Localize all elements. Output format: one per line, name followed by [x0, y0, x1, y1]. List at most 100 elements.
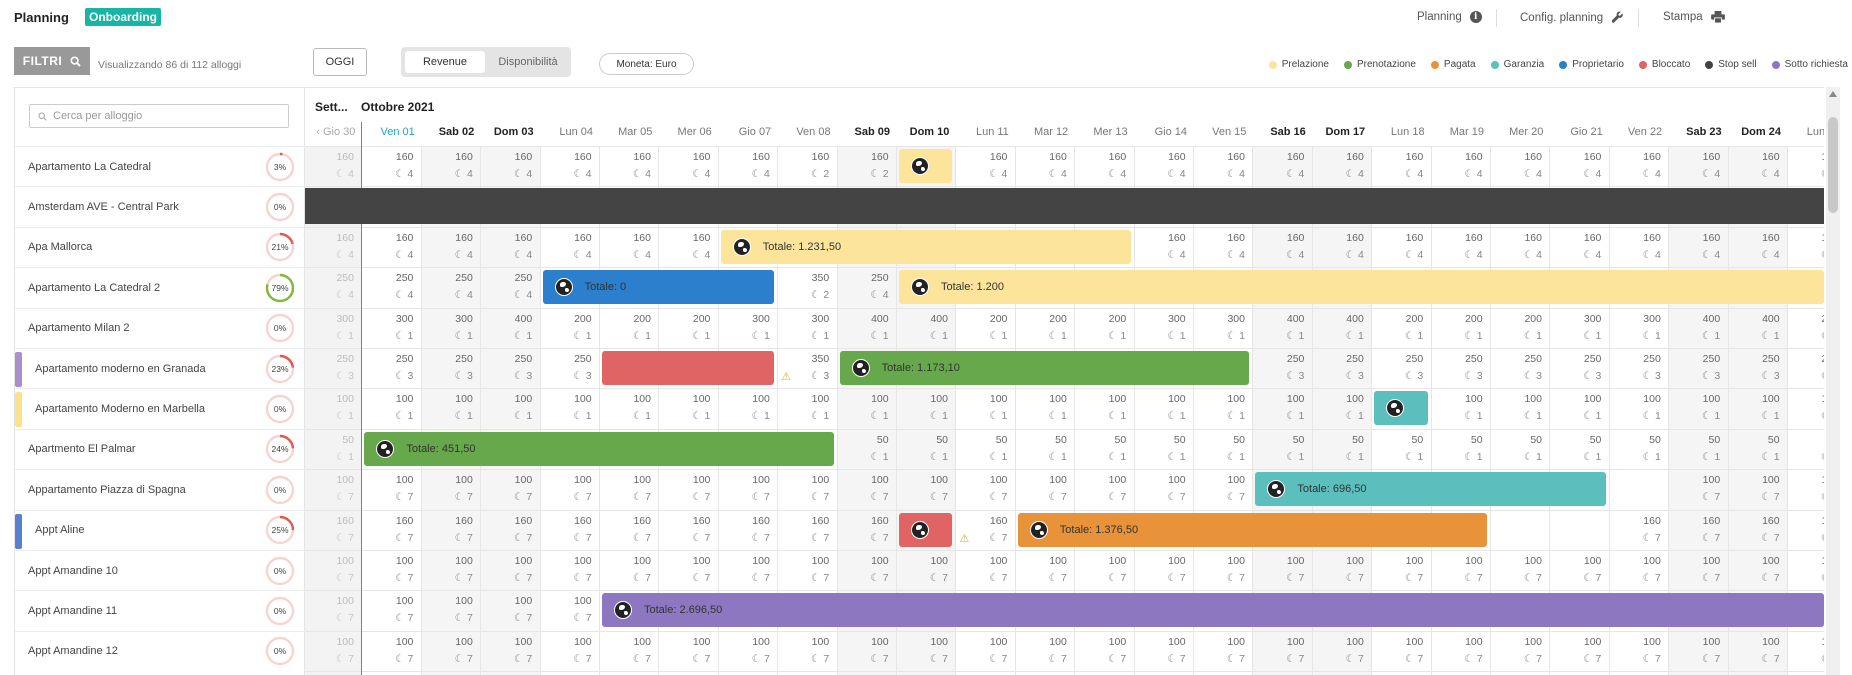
property-row[interactable]: Apartamento Milan 2 0%	[15, 307, 305, 348]
price-cell[interactable]: 100☾ 7	[777, 550, 835, 590]
price-cell[interactable]: 50 ☾ 1	[1193, 429, 1251, 469]
price-cell[interactable]: 250 ☾ 4	[361, 267, 419, 307]
price-cell[interactable]: 100☾ 7	[1252, 631, 1310, 671]
price-cell[interactable]: 50 ☾ 1	[305, 429, 360, 469]
price-cell[interactable]: 160 ☾ 7	[658, 510, 716, 550]
price-cell[interactable]: 160 ☾ 4	[718, 146, 776, 186]
day-header[interactable]: Mar 12	[1015, 126, 1068, 144]
price-cell[interactable]: 200☾ 1	[1371, 308, 1429, 348]
price-cell[interactable]: 50 ☾ 1	[896, 429, 954, 469]
price-cell[interactable]: 100☾ 7	[1609, 631, 1667, 671]
price-cell[interactable]: 300 ☾ 1	[777, 308, 835, 348]
price-cell[interactable]: 160 ☾ 4	[1431, 146, 1489, 186]
day-header[interactable]: Gio 21	[1549, 126, 1602, 144]
price-cell[interactable]: 100☾ 1	[361, 388, 419, 428]
booking-bar[interactable]: Totale: 1.376,50	[1017, 512, 1487, 547]
price-cell[interactable]: 250☾ 3	[361, 348, 419, 388]
price-cell[interactable]: 100☾ 1	[658, 388, 716, 428]
price-cell[interactable]: 100☾ 7	[1728, 550, 1786, 590]
price-cell[interactable]: 200☾ 1	[599, 308, 657, 348]
price-cell[interactable]: 100☾ 7	[421, 590, 479, 630]
price-cell[interactable]: 100☾ 7	[1609, 550, 1667, 590]
price-cell[interactable]: 160 ☾ 2	[837, 146, 895, 186]
price-cell[interactable]: 100☾ 1	[480, 388, 538, 428]
price-cell[interactable]: 400 ☾ 1	[837, 308, 895, 348]
day-header[interactable]: Sab 09	[837, 126, 890, 144]
price-cell[interactable]: 250☾ 3	[1668, 348, 1726, 388]
property-row[interactable]: Amsterdam AVE - Central Park 0%	[15, 186, 305, 226]
price-cell[interactable]: 160 ☾ 7	[599, 510, 657, 550]
price-cell[interactable]: 160 ☾ 2	[777, 146, 835, 186]
price-cell[interactable]: 100☾ 1	[1490, 388, 1548, 428]
price-cell[interactable]: 160 ☾ 4	[1252, 227, 1310, 267]
price-cell[interactable]: 100☾ 7	[1252, 550, 1310, 590]
price-cell[interactable]: 160 ☾ 4	[421, 146, 479, 186]
price-cell[interactable]: 100☾ 1	[718, 388, 776, 428]
price-cell[interactable]: 100☾ 7	[361, 550, 419, 590]
price-cell[interactable]: 50 ☾ 1	[955, 429, 1013, 469]
price-cell[interactable]: 160 ☾ 4	[1668, 227, 1726, 267]
price-cell[interactable]: 50 ☾ 1	[837, 429, 895, 469]
booking-bar[interactable]: Totale: 1.200	[899, 270, 1824, 305]
price-cell[interactable]: 200☾ 1	[540, 308, 598, 348]
property-row[interactable]: Apartamento moderno en Granada 23%	[15, 348, 305, 388]
price-cell[interactable]: 160 ☾ 4	[1252, 146, 1310, 186]
price-cell[interactable]: 50 ☾ 1	[1074, 429, 1132, 469]
price-cell[interactable]: 100☾ 1	[1134, 388, 1192, 428]
price-cell[interactable]: 100☾ 1	[1252, 388, 1310, 428]
price-cell[interactable]: 160 ☾ 7	[837, 510, 895, 550]
property-row[interactable]: Apartamento Moderno en Marbella 0%	[15, 388, 305, 428]
price-cell[interactable]: 160 ☾ 4	[1015, 146, 1073, 186]
booking-bar[interactable]	[899, 149, 953, 183]
price-cell[interactable]: 300 ☾ 1	[1549, 308, 1607, 348]
price-cell[interactable]: 160 ☾ 4	[1490, 146, 1548, 186]
price-cell[interactable]: 100☾ 7	[896, 631, 954, 671]
price-cell[interactable]: 200☾ 1	[1490, 308, 1548, 348]
scroll-up-icon[interactable]	[1829, 91, 1837, 97]
price-cell[interactable]: 100☾ 7	[1431, 550, 1489, 590]
price-cell[interactable]: 160 ☾ 4	[1193, 146, 1251, 186]
price-cell[interactable]: 300 ☾ 1	[1193, 308, 1251, 348]
price-cell[interactable]: 100☾ 7	[1787, 631, 1824, 671]
price-cell[interactable]: 100☾ 7	[1549, 550, 1607, 590]
price-cell[interactable]: 100☾ 7	[540, 590, 598, 630]
price-cell[interactable]: 100☾ 7	[1193, 550, 1251, 590]
price-cell[interactable]: 400 ☾ 1	[1728, 308, 1786, 348]
price-cell[interactable]: 100☾ 7	[305, 550, 360, 590]
price-cell[interactable]: 100☾ 1	[1431, 388, 1489, 428]
price-cell[interactable]: 160 ☾ 4	[1549, 227, 1607, 267]
day-header[interactable]: Sab 02	[421, 126, 474, 144]
price-cell[interactable]: 160 ☾ 4	[305, 146, 360, 186]
price-cell[interactable]: 50 ☾ 1	[1728, 429, 1786, 469]
price-cell[interactable]: 100☾ 7	[837, 550, 895, 590]
price-cell[interactable]: 250☾ 3	[1787, 348, 1824, 388]
booking-bar[interactable]: Totale: 1.173,10	[839, 351, 1250, 385]
price-cell[interactable]: 160 ☾ 7	[777, 510, 835, 550]
price-cell[interactable]: 200☾ 1	[1787, 308, 1824, 348]
vertical-scrollbar[interactable]	[1826, 87, 1840, 675]
price-cell[interactable]: 160 ☾ 4	[1609, 227, 1667, 267]
currency-selector[interactable]: Moneta: Euro	[599, 53, 694, 75]
price-cell[interactable]: 400 ☾ 1	[1668, 308, 1726, 348]
price-cell[interactable]: 100☾ 7	[1134, 631, 1192, 671]
price-cell[interactable]: 160 ☾ 4	[1074, 146, 1132, 186]
price-cell[interactable]: 100☾ 7	[1490, 550, 1548, 590]
booking-bar[interactable]: Totale: 0	[542, 270, 775, 305]
day-header[interactable]: Lun 11	[955, 126, 1009, 144]
price-cell[interactable]: 100☾ 7	[718, 469, 776, 509]
price-cell[interactable]: 100☾ 1	[1787, 388, 1824, 428]
price-cell[interactable]: 250☾ 3	[1371, 348, 1429, 388]
price-cell[interactable]: 160 ☾ 4	[599, 146, 657, 186]
price-cell[interactable]: 100☾ 7	[361, 590, 419, 630]
booking-bar[interactable]	[602, 351, 775, 385]
price-cell[interactable]: 160 ☾ 4	[305, 227, 360, 267]
price-cell[interactable]: 100☾ 7	[955, 550, 1013, 590]
price-cell[interactable]: 160 ☾ 4	[1728, 146, 1786, 186]
price-cell[interactable]: 50 ☾ 1	[1431, 429, 1489, 469]
price-cell[interactable]: 100☾ 1	[1015, 388, 1073, 428]
price-cell[interactable]: 160 ☾ 4	[421, 227, 479, 267]
price-cell[interactable]: 100☾ 7	[599, 469, 657, 509]
price-cell[interactable]: 100☾ 7	[1074, 550, 1132, 590]
price-cell[interactable]: 100☾ 7	[658, 631, 716, 671]
price-cell[interactable]: 250 ☾ 4	[837, 267, 895, 307]
